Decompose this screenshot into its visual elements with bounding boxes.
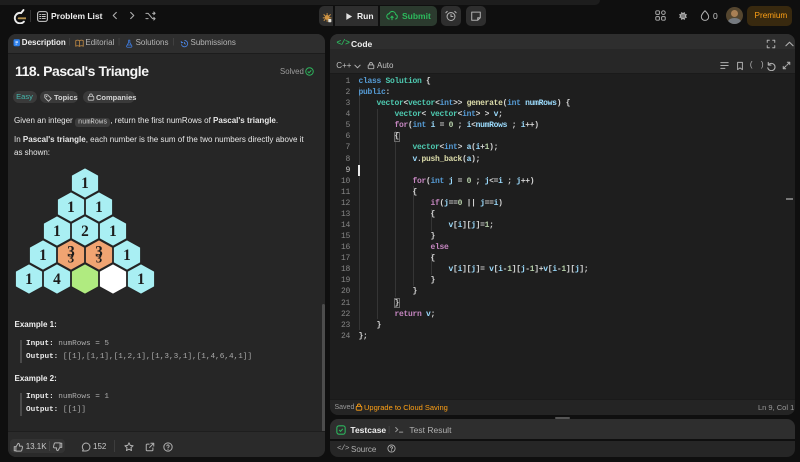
svg-text:1: 1 <box>67 199 75 216</box>
svg-text:2: 2 <box>81 223 89 240</box>
svg-text:1: 1 <box>81 175 89 192</box>
svg-text:1: 1 <box>123 247 131 264</box>
svg-text:3: 3 <box>96 252 102 266</box>
svg-text:1: 1 <box>137 271 145 288</box>
svg-text:1: 1 <box>53 223 61 240</box>
svg-text:3: 3 <box>68 252 74 266</box>
svg-text:1: 1 <box>109 223 117 240</box>
svg-text:1: 1 <box>39 247 47 264</box>
svg-text:4: 4 <box>53 271 61 288</box>
svg-text:1: 1 <box>95 199 103 216</box>
svg-text:1: 1 <box>25 271 33 288</box>
